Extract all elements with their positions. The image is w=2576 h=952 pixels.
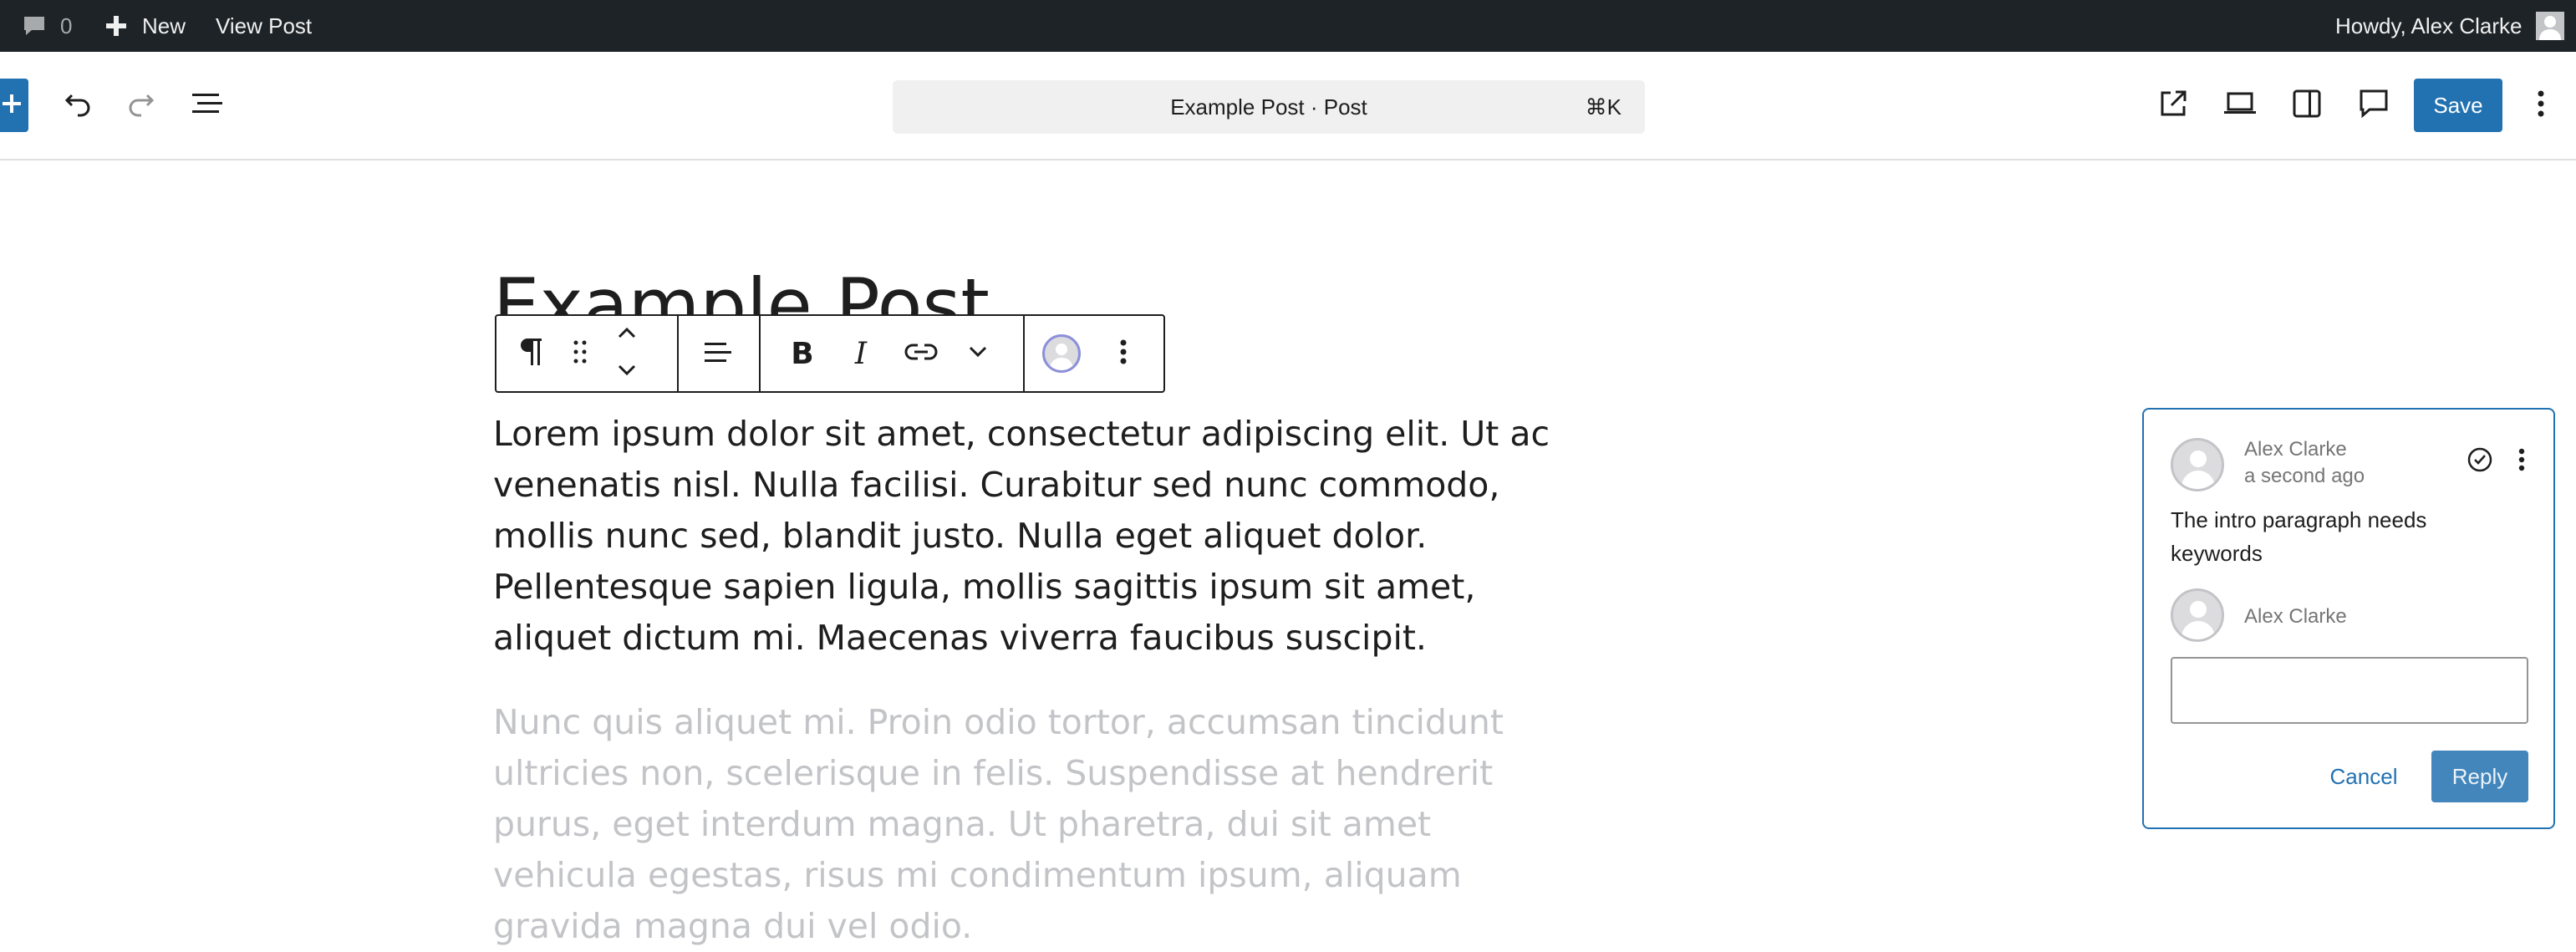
comment-thread: Alex Clarke a second ago The intro parag…	[2142, 408, 2555, 829]
comments-sidebar-button[interactable]	[2347, 79, 2400, 132]
account-menu[interactable]: Howdy, Alex Clarke	[2335, 0, 2564, 52]
vertical-ellipsis-icon	[1120, 339, 1127, 369]
plus-icon	[3, 92, 26, 120]
drag-handle[interactable]	[563, 316, 597, 391]
reply-input[interactable]	[2171, 657, 2528, 724]
cancel-button[interactable]: Cancel	[2319, 751, 2408, 802]
move-down-button[interactable]	[608, 354, 645, 391]
admin-avatar-icon	[2535, 12, 2564, 40]
paragraph-block[interactable]: Nunc quis aliquet mi. Proin odio tortor,…	[493, 697, 1571, 952]
commenter-avatar	[2171, 438, 2224, 491]
align-button[interactable]	[690, 316, 746, 391]
plus-icon	[105, 15, 127, 37]
new-label: New	[142, 13, 186, 38]
document-overview-button[interactable]	[181, 79, 234, 132]
new-content-link[interactable]: New	[105, 0, 186, 52]
sidebar-icon	[2293, 89, 2321, 122]
toolbar-divider	[1023, 316, 1025, 391]
avatar-icon	[1042, 334, 1081, 373]
redo-button[interactable]	[114, 79, 167, 132]
bold-icon: B	[791, 336, 814, 371]
italic-icon: I	[854, 336, 868, 371]
comment-bubble-icon	[22, 13, 47, 38]
comment-author: Alex Clarke	[2244, 438, 2347, 461]
howdy-label: Howdy, Alex Clarke	[2335, 13, 2523, 38]
reply-avatar	[2171, 588, 2224, 642]
options-menu-button[interactable]	[2517, 79, 2564, 132]
toolbar-divider	[677, 316, 679, 391]
view-post-link[interactable]: View Post	[216, 0, 312, 52]
link-icon	[904, 342, 938, 366]
laptop-icon	[2223, 91, 2257, 120]
paragraph-icon	[520, 337, 543, 371]
drag-handle-icon	[573, 339, 587, 369]
align-left-icon	[703, 339, 733, 369]
check-circle-icon	[2467, 446, 2493, 477]
admin-bar: 0 New View Post Howdy, Alex Clarke	[0, 0, 2576, 52]
undo-icon	[64, 89, 94, 123]
comment-avatar-button[interactable]	[1036, 316, 1087, 391]
chevron-down-icon	[617, 364, 637, 380]
settings-sidebar-button[interactable]	[2280, 79, 2334, 132]
comment-icon	[2359, 89, 2389, 123]
chevron-down-icon	[968, 346, 988, 362]
document-title: Example Post · Post	[1170, 94, 1367, 120]
shortcut-hint: ⌘K	[1585, 94, 1621, 120]
external-link-icon	[2159, 89, 2187, 122]
device-preview-button[interactable]	[2213, 79, 2267, 132]
list-view-icon	[191, 90, 224, 121]
bold-button[interactable]: B	[777, 316, 827, 391]
block-inserter-button[interactable]	[0, 79, 28, 132]
view-post-button[interactable]	[2146, 79, 2200, 132]
toolbar-divider	[759, 316, 761, 391]
save-button[interactable]: Save	[2414, 79, 2502, 132]
vertical-ellipsis-icon	[2518, 448, 2525, 476]
command-palette-bar[interactable]: Example Post · Post ⌘K	[893, 80, 1645, 134]
link-button[interactable]	[894, 316, 948, 391]
paragraph-block[interactable]: Lorem ipsum dolor sit amet, consectetur …	[493, 409, 1571, 664]
italic-button[interactable]: I	[836, 316, 886, 391]
undo-button[interactable]	[52, 79, 105, 132]
chevron-up-icon	[617, 327, 637, 343]
comments-count: 0	[60, 13, 73, 38]
redo-icon	[125, 89, 155, 123]
block-toolbar: B I	[495, 314, 1165, 393]
comment-timestamp: a second ago	[2244, 465, 2365, 487]
resolve-button[interactable]	[2461, 443, 2498, 480]
vertical-ellipsis-icon	[2538, 90, 2544, 121]
reply-author: Alex Clarke	[2244, 605, 2347, 628]
editor-header: Example Post · Post ⌘K Save	[0, 52, 2576, 160]
comment-options-button[interactable]	[2505, 443, 2538, 480]
block-options-button[interactable]	[1098, 316, 1148, 391]
reply-button[interactable]: Reply	[2431, 751, 2528, 802]
move-up-button[interactable]	[608, 316, 645, 354]
block-type-button[interactable]	[512, 316, 552, 391]
more-rich-text-button[interactable]	[956, 316, 1000, 391]
comments-link[interactable]: 0	[22, 0, 72, 52]
comment-text: The intro paragraph needs keywords	[2171, 507, 2427, 566]
